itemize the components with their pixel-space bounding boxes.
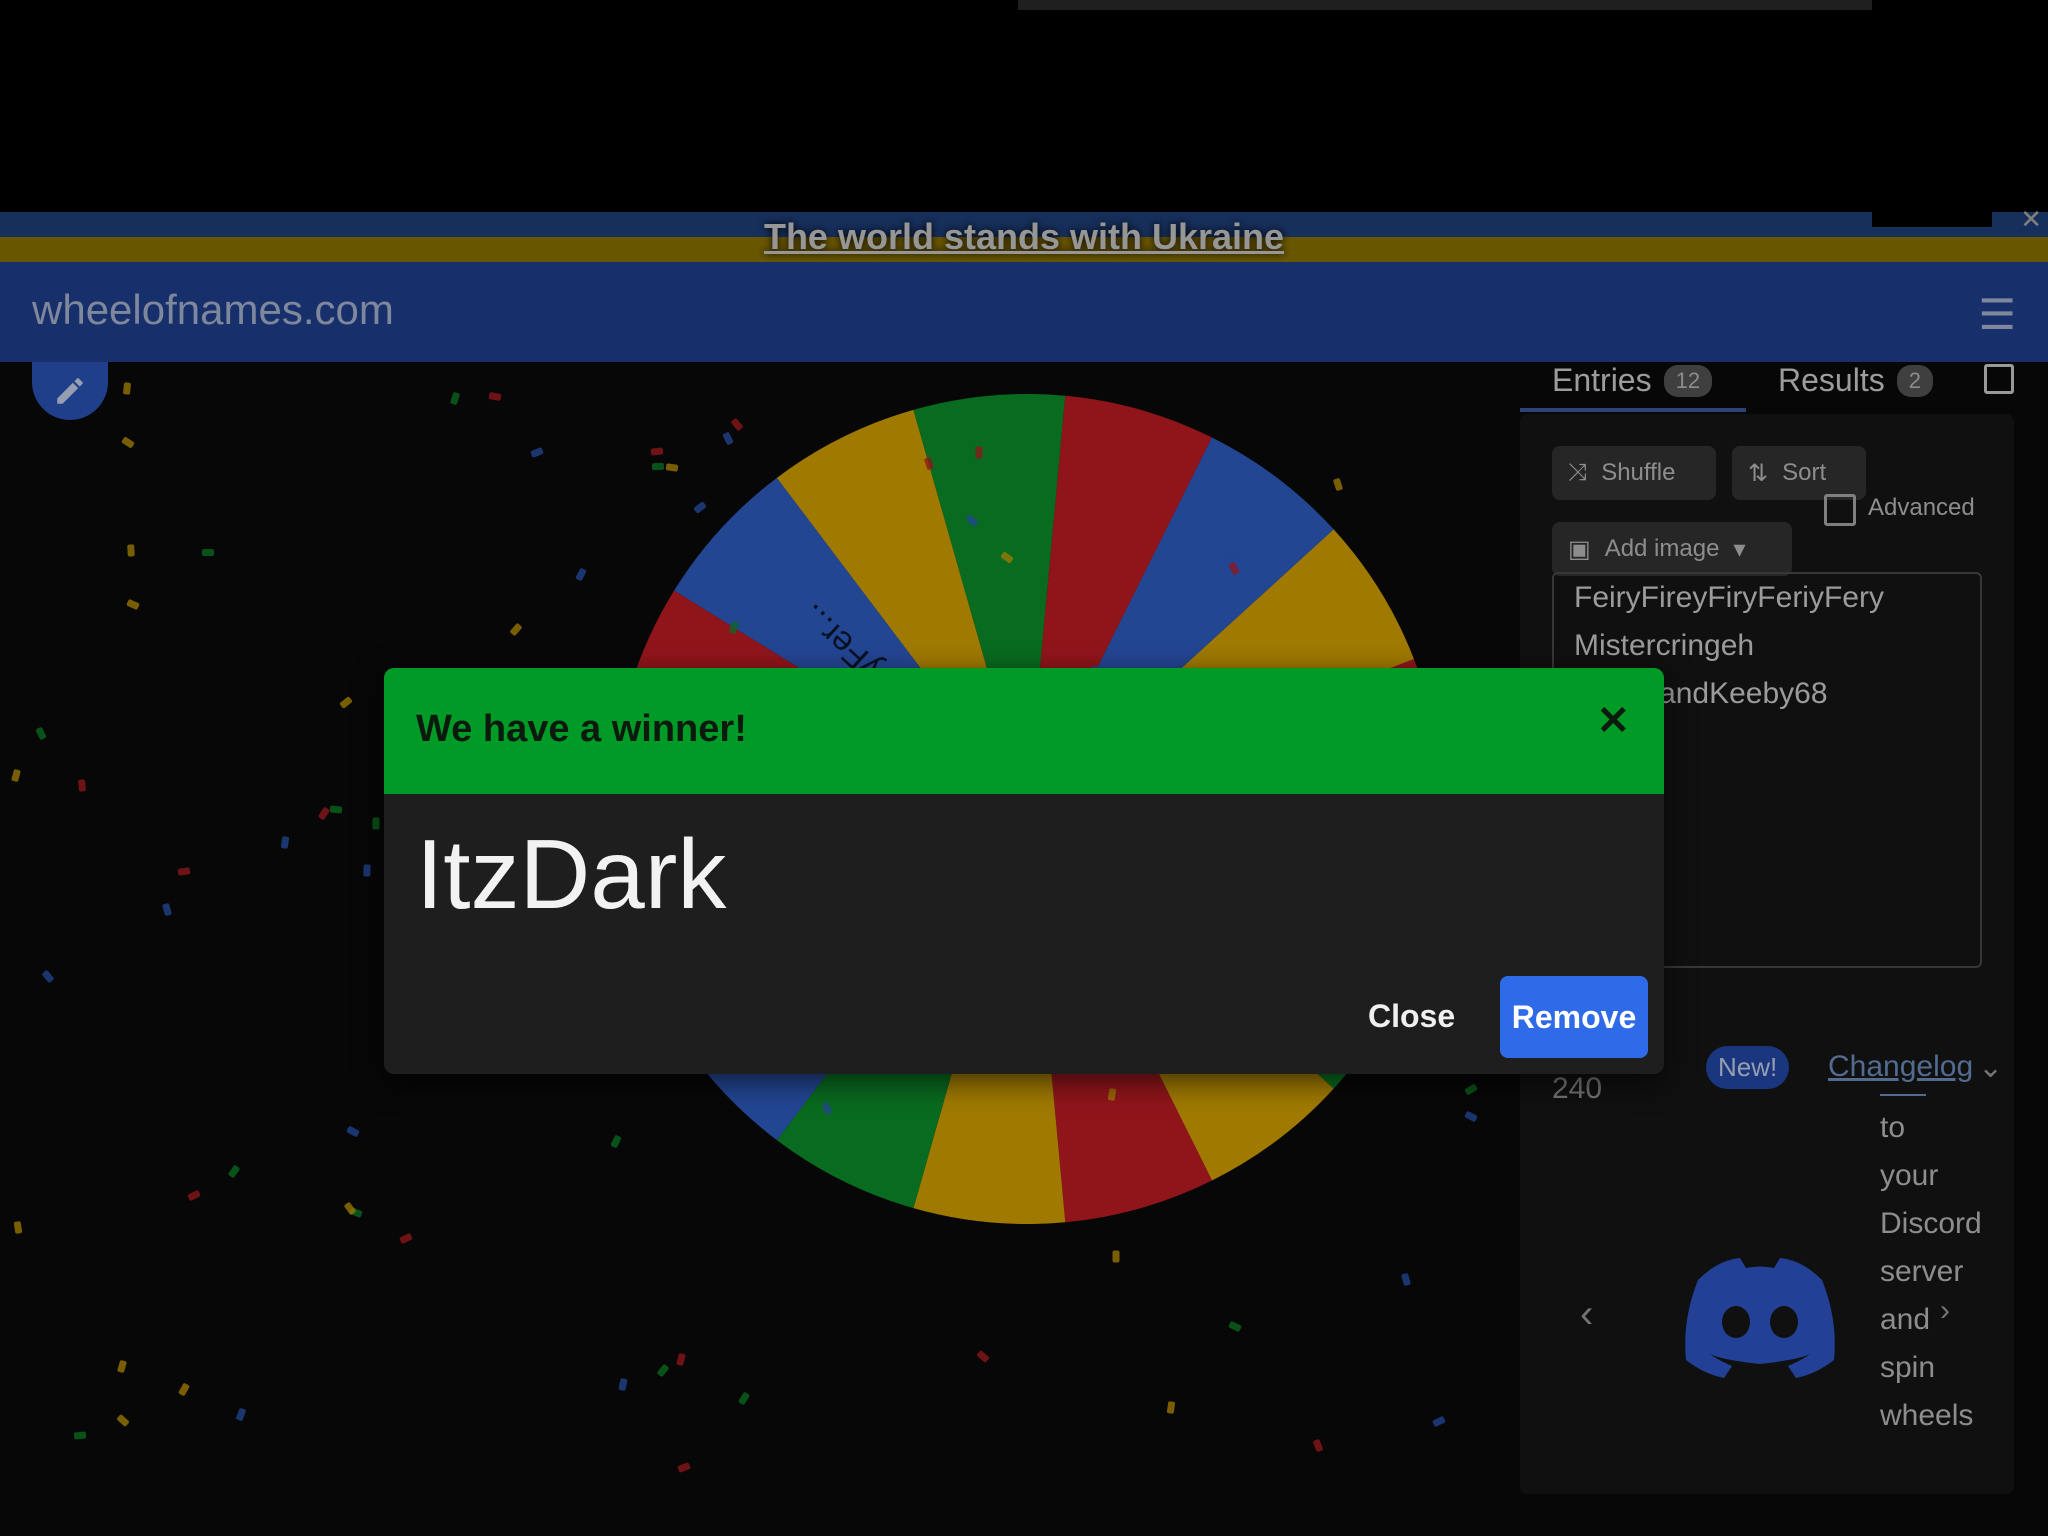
dialog-title: We have a winner! <box>416 708 747 750</box>
winner-name: ItzDark <box>416 819 727 929</box>
winner-dialog: We have a winner! ✕ ItzDark Close Remove <box>384 668 1664 1074</box>
winner-dialog-header: We have a winner! ✕ <box>384 668 1664 794</box>
close-icon[interactable]: ✕ <box>1596 698 1630 744</box>
remove-button[interactable]: Remove <box>1500 976 1648 1058</box>
close-button[interactable]: Close <box>1368 998 1455 1035</box>
